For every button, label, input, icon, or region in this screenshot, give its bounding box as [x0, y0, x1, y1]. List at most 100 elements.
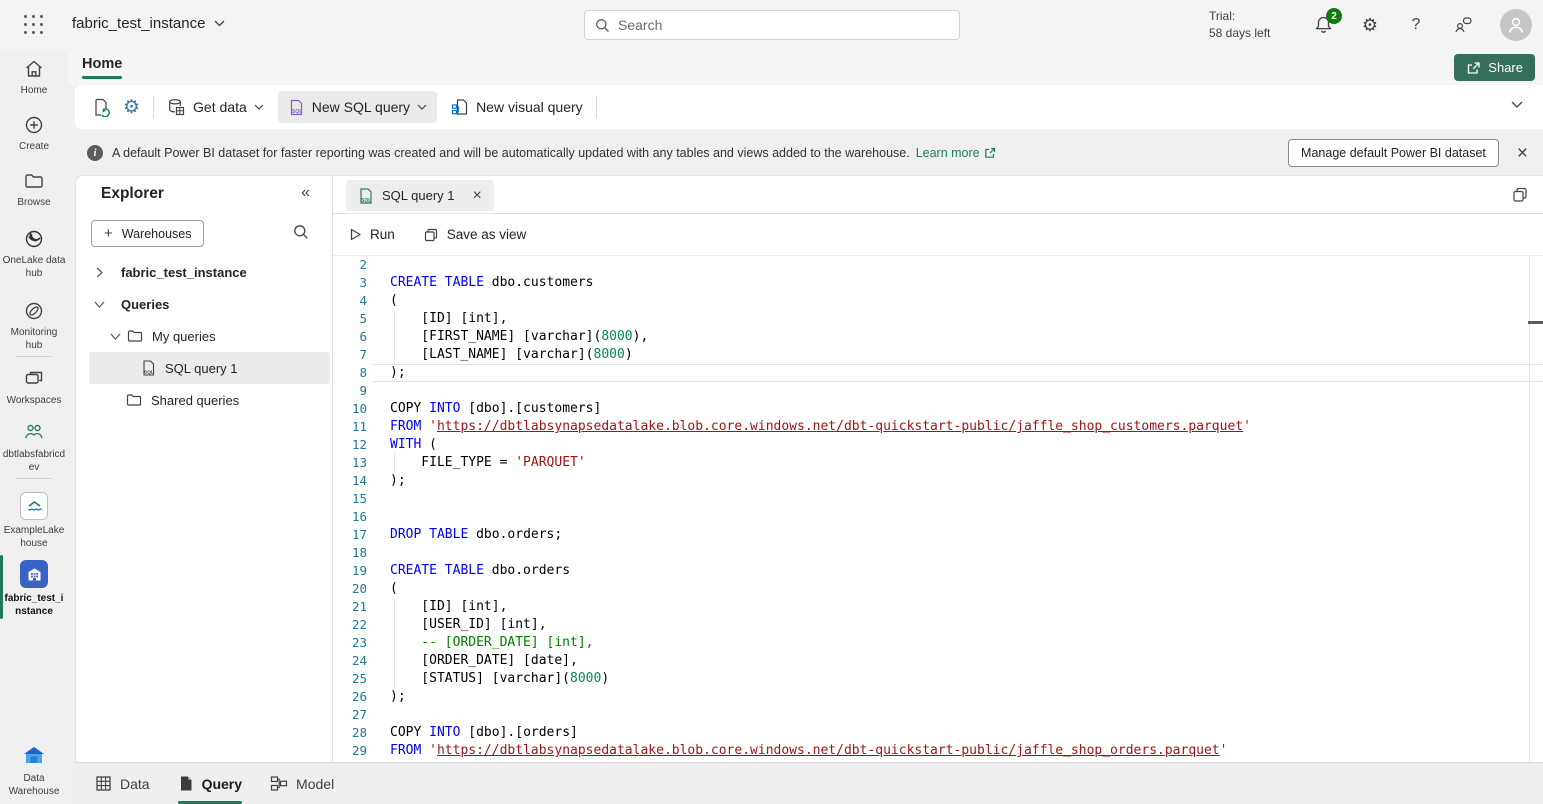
line-content: );	[390, 364, 406, 382]
code-line[interactable]: 17DROP TABLE dbo.orders;	[333, 526, 1543, 544]
search-input[interactable]: Search	[584, 10, 960, 40]
tab-sql-query-1[interactable]: SQL SQL query 1 ×	[346, 180, 494, 211]
app-name-menu[interactable]: fabric_test_instance	[72, 15, 225, 32]
new-visual-query-button[interactable]: New visual query	[451, 98, 583, 116]
main-content: Explorer « + Warehouses fabric_test_inst…	[75, 175, 1543, 762]
new-sql-query-button[interactable]: SQL New SQL query	[278, 91, 437, 123]
code-line[interactable]: 5 [ID] [int],	[333, 310, 1543, 328]
code-line[interactable]: 16	[333, 508, 1543, 526]
learn-more-link[interactable]: Learn more	[916, 146, 996, 160]
code-line[interactable]: 4(	[333, 292, 1543, 310]
svg-text:SQL: SQL	[292, 109, 303, 115]
line-number: 13	[333, 454, 367, 472]
new-report-button[interactable]	[92, 98, 111, 117]
editor-scrollbar[interactable]	[1529, 256, 1530, 762]
tab-query[interactable]: Query	[178, 763, 242, 804]
sidebar-item-create[interactable]: Create	[0, 114, 68, 153]
folder-icon	[127, 329, 143, 343]
code-line[interactable]: 8);	[333, 364, 1543, 382]
sidebar-item-fabric-test-instance[interactable]: fabric_test_instance	[0, 560, 68, 618]
new-visual-query-label: New visual query	[476, 99, 583, 115]
code-line[interactable]: 29FROM 'https://dbtlabsynapsedatalake.bl…	[333, 742, 1543, 760]
line-number: 20	[333, 580, 367, 598]
code-line[interactable]: 25 [STATUS] [varchar](8000)	[333, 670, 1543, 688]
sidebar-item-browse[interactable]: Browse	[0, 170, 68, 209]
tree-item-sql-query-1[interactable]: SQL SQL query 1	[89, 352, 330, 384]
get-data-button[interactable]: Get data	[167, 98, 264, 117]
sidebar-item-home[interactable]: Home	[0, 58, 68, 97]
code-line[interactable]: 19CREATE TABLE dbo.orders	[333, 562, 1543, 580]
sidebar-item-onelake-data-hub[interactable]: OneLake data hub	[0, 228, 68, 280]
line-content: [LAST_NAME] [varchar](8000)	[390, 346, 633, 364]
ribbon-collapse-chevron[interactable]	[1511, 101, 1523, 108]
settings-toolbar-button[interactable]: ⚙	[123, 96, 140, 119]
explorer-search-icon[interactable]	[293, 224, 309, 240]
code-line[interactable]: 22 [USER_ID] [int],	[333, 616, 1543, 634]
run-button[interactable]: Run	[348, 227, 395, 242]
code-line[interactable]: 2	[333, 256, 1543, 274]
code-line[interactable]: 6 [FIRST_NAME] [varchar](8000),	[333, 328, 1543, 346]
settings-button[interactable]: ⚙	[1358, 13, 1382, 37]
line-content: FILE_TYPE = 'PARQUET'	[390, 454, 586, 472]
tree-item-warehouse[interactable]: fabric_test_instance	[76, 256, 332, 288]
code-line[interactable]: 27	[333, 706, 1543, 724]
code-line[interactable]: 9	[333, 382, 1543, 400]
copy-icon[interactable]	[1511, 186, 1529, 204]
trial-status[interactable]: Trial: 58 days left	[1209, 8, 1281, 42]
feedback-button[interactable]	[1451, 13, 1475, 37]
code-line[interactable]: 20(	[333, 580, 1543, 598]
code-line[interactable]: 3CREATE TABLE dbo.customers	[333, 274, 1543, 292]
code-line[interactable]: 24 [ORDER_DATE] [date],	[333, 652, 1543, 670]
code-line[interactable]: 7 [LAST_NAME] [varchar](8000)	[333, 346, 1543, 364]
code-line[interactable]: 13 FILE_TYPE = 'PARQUET'	[333, 454, 1543, 472]
code-line[interactable]: 14);	[333, 472, 1543, 490]
add-warehouses-button[interactable]: + Warehouses	[91, 220, 204, 247]
code-line[interactable]: 10COPY INTO [dbo].[customers]	[333, 400, 1543, 418]
sql-document-icon: SQL	[288, 99, 305, 116]
code-editor[interactable]: 23CREATE TABLE dbo.customers4(5 [ID] [in…	[333, 256, 1543, 762]
sidebar-item-workspaces[interactable]: Workspaces	[0, 368, 68, 407]
tree-item-my-queries[interactable]: My queries	[76, 320, 332, 352]
code-line[interactable]: 26);	[333, 688, 1543, 706]
chevron-down-icon[interactable]	[109, 333, 121, 340]
code-line[interactable]: 18	[333, 544, 1543, 562]
line-content: FROM 'https://dbtlabsynapsedatalake.blob…	[390, 418, 1251, 436]
tab-model[interactable]: Model	[270, 763, 334, 804]
tab-data[interactable]: Data	[95, 763, 150, 804]
chevron-right-icon[interactable]	[93, 267, 105, 278]
line-content: [ORDER_DATE] [date],	[390, 652, 578, 670]
close-icon[interactable]: ×	[473, 188, 482, 204]
ribbon-tab-row: Home Share	[68, 50, 1543, 85]
tab-home[interactable]: Home	[82, 56, 122, 79]
sidebar-item-data-warehouse[interactable]: Data Warehouse	[0, 744, 68, 798]
sidebar-item-monitoring-hub[interactable]: Monitoring hub	[0, 300, 68, 352]
chevron-down-icon[interactable]	[93, 301, 105, 308]
save-as-view-button[interactable]: Save as view	[423, 227, 527, 243]
code-line[interactable]: 15	[333, 490, 1543, 508]
code-line[interactable]: 12WITH (	[333, 436, 1543, 454]
explorer-panel: Explorer « + Warehouses fabric_test_inst…	[76, 176, 333, 762]
tree-item-queries[interactable]: Queries	[76, 288, 332, 320]
code-line[interactable]: 11FROM 'https://dbtlabsynapsedatalake.bl…	[333, 418, 1543, 436]
avatar[interactable]	[1500, 9, 1532, 41]
help-button[interactable]: ?	[1404, 13, 1428, 37]
code-line[interactable]: 28COPY INTO [dbo].[orders]	[333, 724, 1543, 742]
notifications-button[interactable]: 2	[1311, 13, 1335, 37]
collapse-panel-icon[interactable]: «	[301, 184, 310, 202]
close-icon[interactable]: ×	[1517, 144, 1528, 163]
tree-item-shared-queries[interactable]: Shared queries	[76, 384, 332, 416]
share-button[interactable]: Share	[1454, 54, 1535, 81]
svg-text:SQL: SQL	[361, 197, 371, 203]
sidebar-item-examplelakehouse[interactable]: ExampleLakehouse	[0, 492, 68, 550]
sidebar-item-dbtlabsfabricdev[interactable]: dbtlabsfabricdev	[0, 422, 68, 474]
code-line[interactable]: 21 [ID] [int],	[333, 598, 1543, 616]
manage-dataset-button[interactable]: Manage default Power BI dataset	[1288, 139, 1499, 167]
workspace-people-icon	[22, 422, 46, 444]
line-number: 12	[333, 436, 367, 454]
code-line[interactable]: 23 -- [ORDER_DATE] [int],	[333, 634, 1543, 652]
line-number: 16	[333, 508, 367, 526]
share-label: Share	[1488, 60, 1523, 75]
search-icon	[595, 18, 610, 33]
new-sql-query-label: New SQL query	[312, 99, 410, 115]
line-content: );	[390, 472, 406, 490]
